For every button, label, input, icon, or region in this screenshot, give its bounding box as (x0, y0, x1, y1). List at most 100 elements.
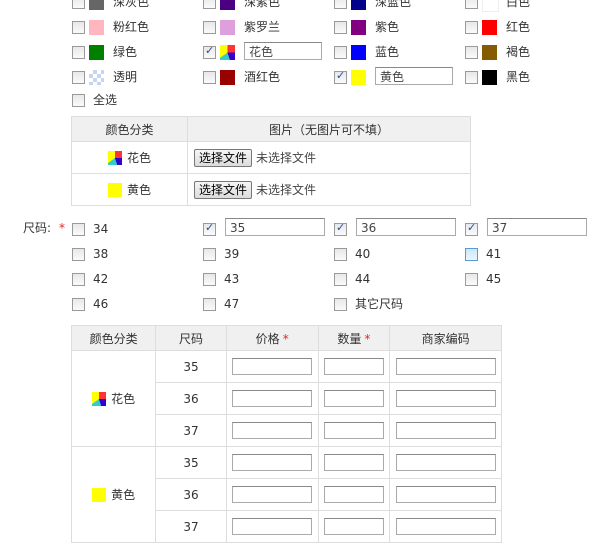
color-swatch (92, 487, 107, 502)
color-checkbox[interactable] (203, 0, 216, 9)
size-checkbox[interactable] (334, 273, 347, 286)
size-checkbox[interactable] (72, 273, 85, 286)
size-checkbox[interactable] (465, 273, 478, 286)
size-name-input[interactable]: 36 (356, 218, 456, 236)
input-cell (317, 510, 391, 543)
color-checkbox[interactable] (465, 0, 478, 9)
price-input[interactable] (232, 518, 313, 535)
color-name-input[interactable]: 黄色 (375, 67, 453, 85)
size-checkbox[interactable] (334, 221, 347, 236)
table-row: 黄色 选择文件 未选择文件 (71, 173, 471, 206)
input-cell (389, 350, 502, 383)
price-input[interactable] (232, 390, 313, 407)
merchant-code-input[interactable] (395, 486, 496, 503)
color-checkbox[interactable] (465, 46, 478, 59)
color-checkbox[interactable] (334, 0, 347, 9)
color-checkbox[interactable] (334, 21, 347, 34)
color-checkbox[interactable] (334, 69, 347, 84)
size-label: 46 (93, 297, 109, 311)
quantity-input[interactable] (323, 358, 384, 375)
color-checkbox[interactable] (72, 0, 85, 9)
size-cell: 36 (155, 478, 227, 511)
size-label: 47 (224, 297, 240, 311)
size-checkbox[interactable] (465, 248, 478, 261)
size-label: 40 (355, 247, 371, 261)
color-label: 深紫色 (244, 0, 281, 9)
size-checkbox[interactable] (72, 298, 85, 311)
header-row: 颜色分类 尺码 价格 * 数量 * 商家编码 (70, 325, 502, 351)
color-cell: 黄色 (70, 446, 157, 543)
quantity-input[interactable] (323, 518, 384, 535)
header-text: 尺码 (179, 331, 204, 346)
color-swatch (482, 70, 497, 85)
input-cell (225, 478, 319, 511)
color-checkbox[interactable] (72, 21, 85, 34)
size-checkbox[interactable] (334, 298, 347, 311)
color-swatch (482, 0, 499, 12)
size-checkbox[interactable] (334, 248, 347, 261)
size-checkbox[interactable] (72, 248, 85, 261)
choose-file-button[interactable]: 选择文件 (194, 148, 253, 167)
color-checkbox[interactable] (465, 21, 478, 34)
size-checkbox[interactable] (72, 223, 85, 236)
color-checkbox[interactable] (203, 71, 216, 84)
size-checkbox[interactable] (203, 221, 216, 236)
color-label: 红色 (506, 20, 531, 34)
select-all-checkbox[interactable] (72, 94, 85, 107)
color-name: 黄色 (111, 488, 136, 502)
size-name-input[interactable]: 35 (225, 218, 325, 236)
merchant-code-input[interactable] (395, 422, 496, 439)
size-checkbox[interactable] (203, 273, 216, 286)
image-cell: 选择文件 未选择文件 (187, 173, 471, 206)
choose-file-button[interactable]: 选择文件 (194, 180, 253, 199)
merchant-code-input[interactable] (395, 358, 496, 375)
color-image-table: 颜色分类 图片（无图片可不填） 花色 选择文件 未选择文件 黄色 选择文件 未选择文件 (71, 116, 471, 206)
column-header: 数量 * (317, 325, 391, 351)
column-header: 颜色分类 (70, 325, 157, 351)
quantity-input[interactable] (323, 422, 384, 439)
size-checkbox[interactable] (465, 221, 478, 236)
color-checkbox[interactable] (334, 46, 347, 59)
size-checkbox[interactable] (203, 298, 216, 311)
header-text: 颜色分类 (89, 331, 138, 346)
price-input[interactable] (232, 454, 313, 471)
header-text: 商家编码 (421, 331, 470, 346)
color-swatch (351, 70, 366, 85)
color-swatch (220, 70, 235, 85)
quantity-input[interactable] (323, 454, 384, 471)
merchant-code-input[interactable] (395, 518, 496, 535)
color-label: 深蓝色 (375, 0, 412, 9)
color-checkbox[interactable] (72, 46, 85, 59)
color-swatch (351, 0, 366, 10)
color-checkbox[interactable] (72, 71, 85, 84)
size-name-input[interactable]: 37 (487, 218, 587, 236)
color-swatch (482, 45, 497, 60)
size-checkbox[interactable] (203, 248, 216, 261)
quantity-input[interactable] (323, 390, 384, 407)
color-swatch (220, 45, 235, 60)
price-input[interactable] (232, 486, 313, 503)
required-mark: * (59, 221, 65, 235)
color-checkbox[interactable] (203, 44, 216, 59)
merchant-code-input[interactable] (395, 390, 496, 407)
no-file-text: 未选择文件 (256, 151, 317, 165)
table-row: 花色 选择文件 未选择文件 (71, 141, 471, 174)
color-label: 紫罗兰 (244, 20, 281, 34)
size-cell: 37 (155, 510, 227, 543)
size-label: 尺码: (23, 221, 52, 235)
color-checkbox[interactable] (203, 21, 216, 34)
price-input[interactable] (232, 358, 313, 375)
input-cell (389, 382, 502, 415)
color-name-input[interactable]: 花色 (244, 42, 322, 60)
required-mark: * (282, 331, 289, 346)
quantity-input[interactable] (323, 486, 384, 503)
merchant-code-input[interactable] (395, 454, 496, 471)
size-label: 39 (224, 247, 240, 261)
price-input[interactable] (232, 422, 313, 439)
color-swatch (351, 45, 366, 60)
input-cell (225, 414, 319, 447)
input-cell (225, 350, 319, 383)
size-label: 43 (224, 272, 240, 286)
input-cell (389, 478, 502, 511)
color-checkbox[interactable] (465, 71, 478, 84)
